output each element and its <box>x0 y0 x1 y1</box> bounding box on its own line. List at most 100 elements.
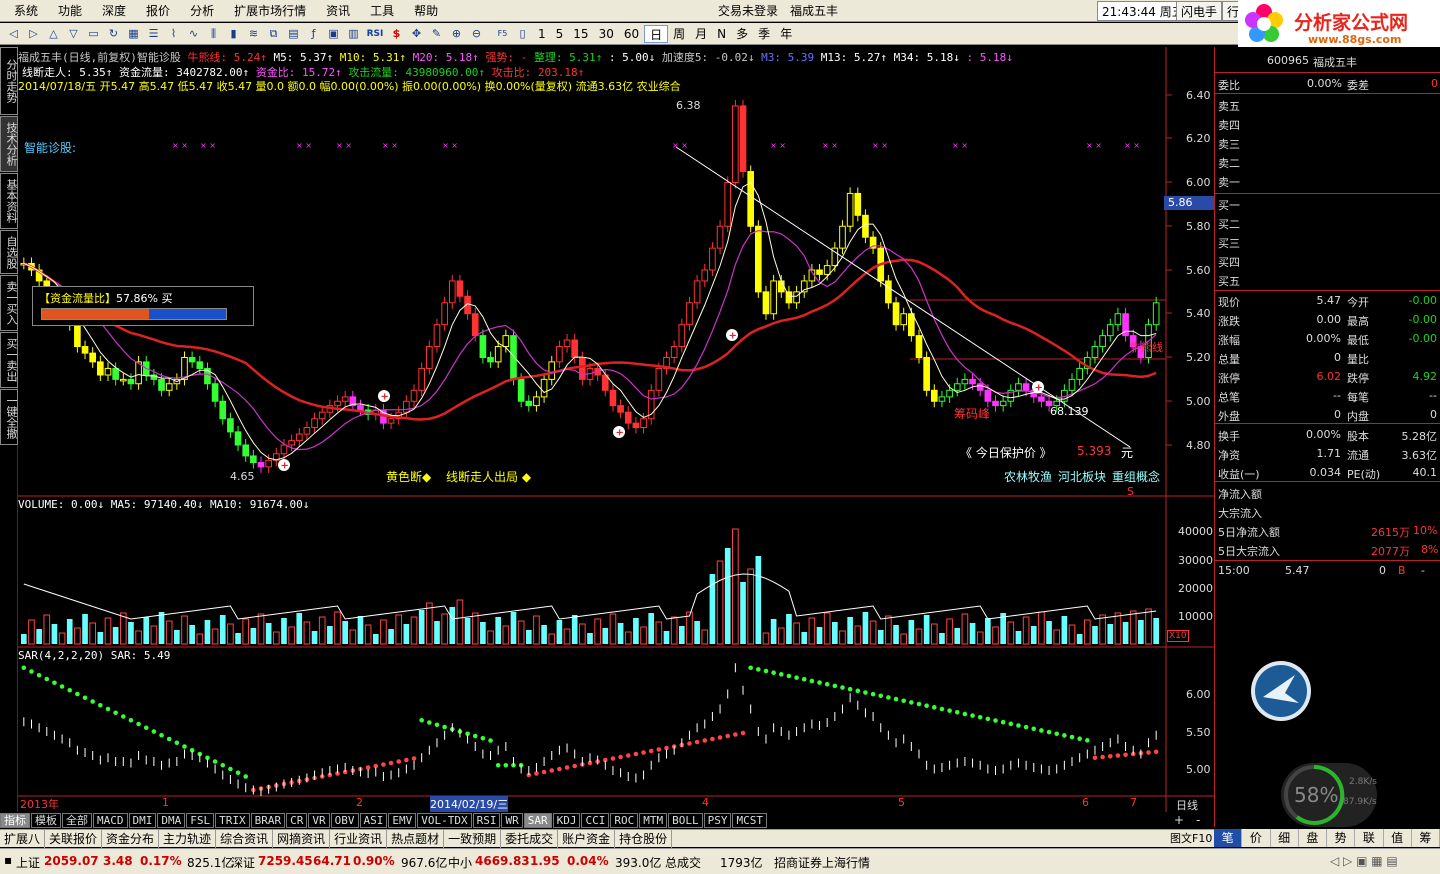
indicator-tab[interactable]: PSY <box>703 813 732 828</box>
period-15[interactable]: 15 <box>568 25 593 43</box>
period-day[interactable]: 日 <box>644 24 669 43</box>
right-tab[interactable]: 盘 <box>1299 829 1327 847</box>
rsi-icon[interactable]: RSI <box>364 25 386 43</box>
indicator-tab[interactable]: BRAR <box>250 813 286 828</box>
zoom-plus-button[interactable]: + <box>1174 813 1184 827</box>
period-60[interactable]: 60 <box>619 25 644 43</box>
move-icon[interactable]: ✥ <box>407 25 426 43</box>
candle-icon[interactable]: ⫼ <box>204 25 223 43</box>
indicator-tab[interactable]: MACD <box>93 813 128 828</box>
chart-icon[interactable]: ⌇ <box>164 25 183 43</box>
indicator-tab[interactable]: SAR <box>523 813 552 828</box>
right-tab[interactable]: 笔 <box>1214 829 1243 847</box>
table-icon[interactable]: ▤ <box>284 25 303 43</box>
period-quarter[interactable]: 季 <box>753 25 775 43</box>
indicator-tab[interactable]: ROC <box>610 813 639 828</box>
period-year[interactable]: 年 <box>775 25 797 43</box>
nav-tab[interactable]: 关联报价 <box>45 829 103 848</box>
indicator-tab[interactable]: FSL <box>186 813 215 828</box>
indicator-icon[interactable]: ▯ <box>513 25 532 43</box>
nav-tab[interactable]: 资金分布 <box>102 829 160 848</box>
period-30[interactable]: 30 <box>594 25 619 43</box>
zoom-minus-button[interactable]: - <box>1196 813 1200 827</box>
back-icon[interactable]: ◁ <box>4 25 23 43</box>
nav-tab[interactable]: 扩展八 <box>0 829 46 848</box>
indicator-tab[interactable]: 全部 <box>62 813 92 828</box>
indicator-tab[interactable]: MCST <box>732 813 767 828</box>
menu-news[interactable]: 资讯 <box>316 0 360 22</box>
indicator-tab[interactable]: ASI <box>359 813 388 828</box>
formula-icon[interactable]: ƒ <box>304 25 323 43</box>
period-week[interactable]: 周 <box>668 25 690 43</box>
menu-extended-market[interactable]: 扩展市场行情 <box>224 0 316 22</box>
menu-function[interactable]: 功能 <box>48 0 92 22</box>
indicator-tab[interactable]: VR <box>308 813 330 828</box>
indicator-tab[interactable]: DMI <box>128 813 157 828</box>
indicator-tab[interactable]: BOLL <box>668 813 703 828</box>
period-1[interactable]: 1 <box>533 25 551 43</box>
forward-icon[interactable]: ▷ <box>24 25 43 43</box>
zoom-in-icon[interactable]: ⊕ <box>447 25 466 43</box>
zoom-out-icon[interactable]: ⊖ <box>467 25 486 43</box>
f10-button[interactable]: 图文F10 <box>1166 830 1214 847</box>
menu-help[interactable]: 帮助 <box>404 0 448 22</box>
right-tab[interactable]: 值 <box>1384 829 1412 847</box>
menu-depth[interactable]: 深度 <box>92 0 136 22</box>
nav-tab[interactable]: 热点题材 <box>387 829 445 848</box>
tag-restructure[interactable]: 重组概念 <box>1112 468 1160 485</box>
indicator-tab[interactable]: 模板 <box>31 813 61 828</box>
indicator-tab[interactable]: RSI <box>472 813 501 828</box>
menu-system[interactable]: 系统 <box>4 0 48 22</box>
kline-chart[interactable]: × × × × × × × × × × × × × × × × × × × × × × × × × × +… <box>0 47 1214 812</box>
menu-quote[interactable]: 报价 <box>136 0 180 22</box>
indicator-tab[interactable]: OBV <box>330 813 359 828</box>
list-icon[interactable]: ☰ <box>144 25 163 43</box>
period-month[interactable]: 月 <box>690 25 712 43</box>
nav-tab[interactable]: 行业资讯 <box>330 829 388 848</box>
tag-agri[interactable]: 农林牧渔 <box>1004 468 1052 485</box>
nav-tab[interactable]: 主力轨迹 <box>159 829 217 848</box>
indicator-tab[interactable]: MTM <box>639 813 668 828</box>
down-icon[interactable]: ▽ <box>64 25 83 43</box>
period-n[interactable]: N <box>712 25 731 43</box>
indicator-tab[interactable]: CR <box>286 813 308 828</box>
indicator-tab[interactable]: CCI <box>581 813 610 828</box>
right-tab[interactable]: 价 <box>1242 829 1271 847</box>
lightning-trade-button[interactable]: 闪电手 <box>1176 1 1223 21</box>
indicator-tab[interactable]: 指标 <box>0 813 30 828</box>
window-icon[interactable]: ⧉ <box>264 25 283 43</box>
indicator-tab[interactable]: TRIX <box>215 813 250 828</box>
trend-icon[interactable]: ∿ <box>184 25 203 43</box>
indicator-tab[interactable]: DMA <box>157 813 186 828</box>
stats-icon[interactable]: ▥ <box>344 25 363 43</box>
nav-tab[interactable]: 持仓股份 <box>615 829 673 848</box>
menu-analysis[interactable]: 分析 <box>180 0 224 22</box>
period-5[interactable]: 5 <box>551 25 569 43</box>
tag-hebei[interactable]: 河北板块 <box>1058 468 1106 485</box>
right-tab[interactable]: 筹 <box>1412 829 1440 847</box>
pen-icon[interactable]: ✎ <box>427 25 446 43</box>
page-icon[interactable]: ▭ <box>84 25 103 43</box>
right-tab[interactable]: 联 <box>1355 829 1384 847</box>
indicator-tab[interactable]: VOL-TDX <box>417 813 472 828</box>
nav-tab[interactable]: 综合资讯 <box>216 829 274 848</box>
block-icon[interactable]: ▣ <box>324 25 343 43</box>
nav-tab[interactable]: 一致预期 <box>444 829 502 848</box>
right-tab[interactable]: 势 <box>1327 829 1356 847</box>
indicator-tab[interactable]: WR <box>501 813 523 828</box>
nav-tab[interactable]: 账户资金 <box>558 829 616 848</box>
money-icon[interactable]: $ <box>387 25 406 43</box>
grid-icon[interactable]: ▦ <box>124 25 143 43</box>
f5-icon[interactable]: F5 <box>493 25 512 43</box>
bar-icon[interactable]: ▮ <box>224 25 243 43</box>
indicator-tab[interactable]: KDJ <box>552 813 581 828</box>
indicator-tab[interactable]: EMV <box>388 813 417 828</box>
refresh-icon[interactable]: ↻ <box>104 25 123 43</box>
nav-tab[interactable]: 网摘资讯 <box>273 829 331 848</box>
compare-icon[interactable]: ≋ <box>244 25 263 43</box>
right-tab[interactable]: 细 <box>1271 829 1299 847</box>
login-status[interactable]: 交易未登录 <box>712 0 784 22</box>
nav-tab[interactable]: 委托成交 <box>501 829 559 848</box>
up-icon[interactable]: △ <box>44 25 63 43</box>
status-window-icons[interactable]: ◁ ▷ ▣ ▦ ▤ <box>1330 854 1398 868</box>
